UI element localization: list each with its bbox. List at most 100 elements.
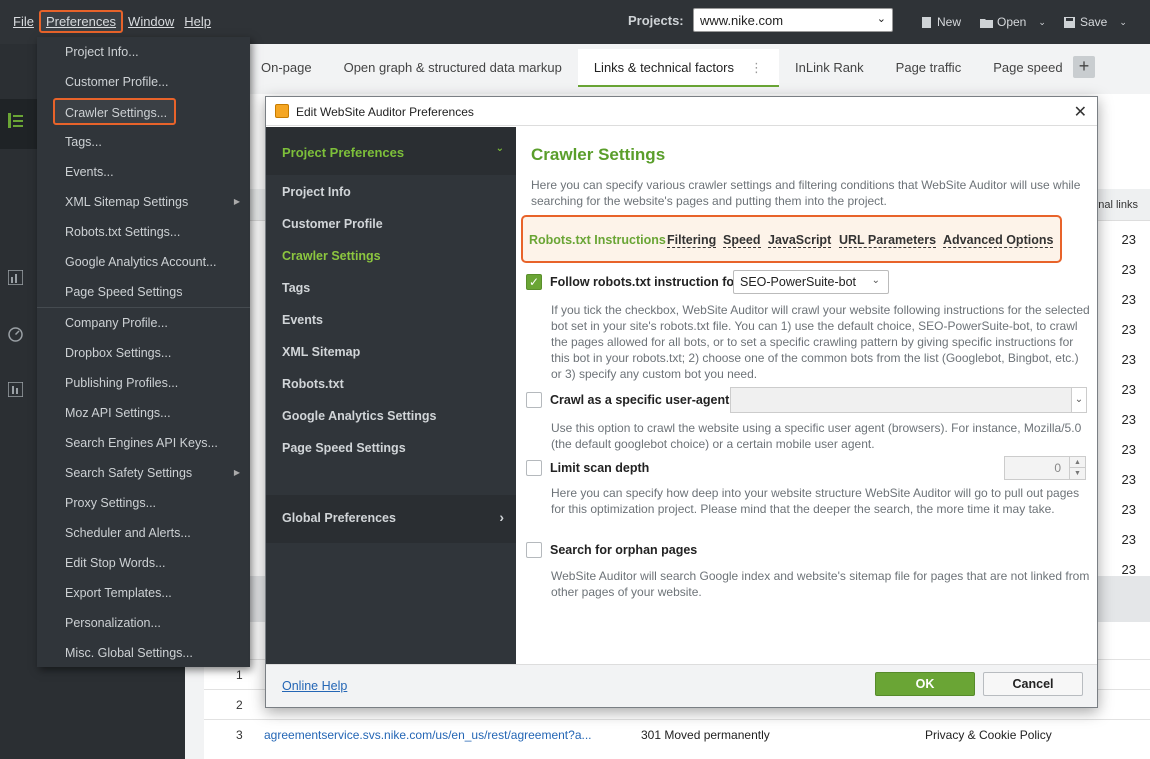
crawler-subtabs: Robots.txt Instructions Filtering Speed … (521, 215, 1062, 263)
tab-links-technical-label: Links & technical factors (593, 60, 735, 75)
scan-depth-stepper[interactable]: 0 ▲ ▼ (1004, 456, 1086, 480)
nav-item-crawler-settings[interactable]: Crawler Settings (282, 249, 381, 263)
menu-item-tags[interactable]: Tags... (37, 127, 250, 157)
menu-item-scheduler[interactable]: Scheduler and Alerts... (37, 518, 250, 548)
chevron-down-icon: ⌄ (876, 13, 886, 25)
add-tab-button[interactable]: + (1073, 56, 1095, 78)
tab-page-speed[interactable]: Page speed (977, 49, 1078, 87)
user-agent-checkbox[interactable] (526, 392, 542, 408)
bot-select-value: SEO-PowerSuite-bot (740, 275, 857, 289)
nav-item-customer-profile[interactable]: Customer Profile (282, 217, 383, 231)
nav-item-page-speed[interactable]: Page Speed Settings (282, 441, 406, 455)
dialog-title-bar[interactable]: Edit WebSite Auditor Preferences ✕ (266, 97, 1097, 126)
new-button[interactable]: New (920, 15, 961, 29)
nav-item-tags[interactable]: Tags (282, 281, 310, 295)
subtab-javascript[interactable]: JavaScript (768, 233, 832, 248)
online-help-link[interactable]: Online Help (282, 679, 347, 693)
bot-select[interactable]: SEO-PowerSuite-bot ⌄ (733, 270, 889, 294)
tab-on-page[interactable]: On-page (245, 49, 328, 87)
chevron-down-icon[interactable]: ⌄ (1038, 17, 1046, 28)
menu-item-google-analytics[interactable]: Google Analytics Account... (37, 247, 250, 277)
close-icon[interactable]: ✕ (1074, 102, 1087, 122)
nav-foot-label: Global Preferences (282, 511, 396, 525)
cell-links: 23 (1121, 382, 1136, 397)
stepper-down-icon[interactable]: ▼ (1069, 468, 1085, 479)
nav-item-robots-txt[interactable]: Robots.txt (282, 377, 344, 391)
user-agent-dropdown[interactable]: ⌄ (1071, 387, 1087, 413)
tab-page-traffic[interactable]: Page traffic (880, 49, 978, 87)
submenu-arrow-icon: ▶ (233, 197, 240, 206)
section-title: Crawler Settings (531, 145, 666, 164)
open-button[interactable]: Open ⌄ (980, 15, 1046, 29)
subtab-robots-txt[interactable]: Robots.txt Instructions (529, 233, 666, 247)
subtab-filtering[interactable]: Filtering (667, 233, 717, 248)
menu-item-project-info[interactable]: Project Info... (37, 37, 250, 67)
menu-item-misc-global[interactable]: Misc. Global Settings... (37, 638, 250, 668)
nav-item-events[interactable]: Events (282, 313, 323, 327)
tab-inlink-rank[interactable]: InLink Rank (779, 49, 880, 87)
menu-item-publishing-profiles[interactable]: Publishing Profiles... (37, 368, 250, 398)
cell-links: 23 (1121, 352, 1136, 367)
more-vertical-icon[interactable]: ⋮ (750, 60, 763, 75)
chevron-down-icon: ⌄ (495, 143, 504, 154)
page-audit-icon[interactable] (8, 270, 23, 285)
row-status: 301 Moved permanently (641, 728, 770, 742)
nav-project-preferences[interactable]: Project Preferences ⌄ (266, 127, 516, 175)
save-button[interactable]: Save ⌄ (1063, 15, 1127, 29)
menu-item-page-speed[interactable]: Page Speed Settings (37, 277, 250, 307)
follow-robots-checkbox[interactable]: ✓ (526, 274, 542, 290)
nav-item-project-info[interactable]: Project Info (282, 185, 351, 199)
cell-links: 23 (1121, 502, 1136, 517)
chevron-down-icon[interactable]: ⌄ (1119, 17, 1127, 28)
nav-item-google-analytics[interactable]: Google Analytics Settings (282, 409, 436, 423)
menu-item-robots-txt[interactable]: Robots.txt Settings... (37, 217, 250, 247)
menu-item-export-templates[interactable]: Export Templates... (37, 578, 250, 608)
tab-links-technical[interactable]: Links & technical factors ⋮ (577, 49, 780, 87)
table-row[interactable]: 3 agreementservice.svs.nike.com/us/en_us… (204, 719, 1150, 749)
menu-item-moz-api[interactable]: Moz API Settings... (37, 398, 250, 428)
dialog-title: Edit WebSite Auditor Preferences (296, 105, 474, 119)
row-url-link[interactable]: agreementservice.svs.nike.com/us/en_us/r… (264, 728, 592, 742)
dialog-nav: Project Preferences ⌄ Project Info Custo… (266, 127, 516, 664)
site-structure-icon[interactable] (8, 113, 23, 128)
menu-file[interactable]: File (8, 14, 39, 33)
nav-item-xml-sitemap[interactable]: XML Sitemap (282, 345, 360, 359)
stepper-up-icon[interactable]: ▲ (1069, 457, 1085, 468)
menu-item-search-engines-api[interactable]: Search Engines API Keys... (37, 428, 250, 458)
dashboard-gauge-icon[interactable] (8, 327, 23, 342)
user-agent-label: Crawl as a specific user-agent (550, 393, 730, 407)
scan-depth-checkbox[interactable] (526, 460, 542, 476)
row-number: 3 (236, 728, 243, 742)
menu-item-dropbox[interactable]: Dropbox Settings... (37, 338, 250, 368)
tab-open-graph[interactable]: Open graph & structured data markup (328, 49, 578, 87)
projects-label: Projects: (628, 13, 684, 28)
menu-window[interactable]: Window (123, 14, 179, 33)
menu-item-proxy[interactable]: Proxy Settings... (37, 488, 250, 518)
nav-global-preferences[interactable]: Global Preferences › (266, 495, 516, 543)
user-agent-field[interactable] (730, 387, 1072, 413)
menu-item-label: XML Sitemap Settings (65, 195, 189, 209)
ok-button[interactable]: OK (875, 672, 975, 696)
menu-preferences[interactable]: Preferences (38, 10, 124, 33)
menu-item-events[interactable]: Events... (37, 157, 250, 187)
submenu-arrow-icon: ▶ (233, 468, 240, 477)
project-select[interactable]: www.nike.com ⌄ (693, 8, 893, 32)
menu-item-personalization[interactable]: Personalization... (37, 608, 250, 638)
subtab-advanced-options[interactable]: Advanced Options (943, 233, 1054, 248)
new-file-icon (922, 16, 931, 28)
cancel-button[interactable]: Cancel (983, 672, 1083, 696)
menu-item-customer-profile[interactable]: Customer Profile... (37, 67, 250, 97)
menu-item-crawler-settings[interactable]: Crawler Settings... (53, 98, 176, 125)
menu-item-stop-words[interactable]: Edit Stop Words... (37, 548, 250, 578)
menu-item-company-profile[interactable]: Company Profile... (37, 308, 250, 338)
subtab-speed[interactable]: Speed (723, 233, 761, 248)
menu-item-xml-sitemap[interactable]: XML Sitemap Settings ▶ (37, 187, 250, 217)
orphan-pages-checkbox[interactable] (526, 542, 542, 558)
menu-item-search-safety[interactable]: Search Safety Settings ▶ (37, 458, 250, 488)
cell-links: 23 (1121, 562, 1136, 577)
project-select-value: www.nike.com (700, 13, 784, 28)
main-menu: File Preferences Window Help (8, 10, 216, 33)
reports-icon[interactable] (8, 382, 23, 397)
menu-help[interactable]: Help (179, 14, 216, 33)
subtab-url-parameters[interactable]: URL Parameters (839, 233, 937, 248)
